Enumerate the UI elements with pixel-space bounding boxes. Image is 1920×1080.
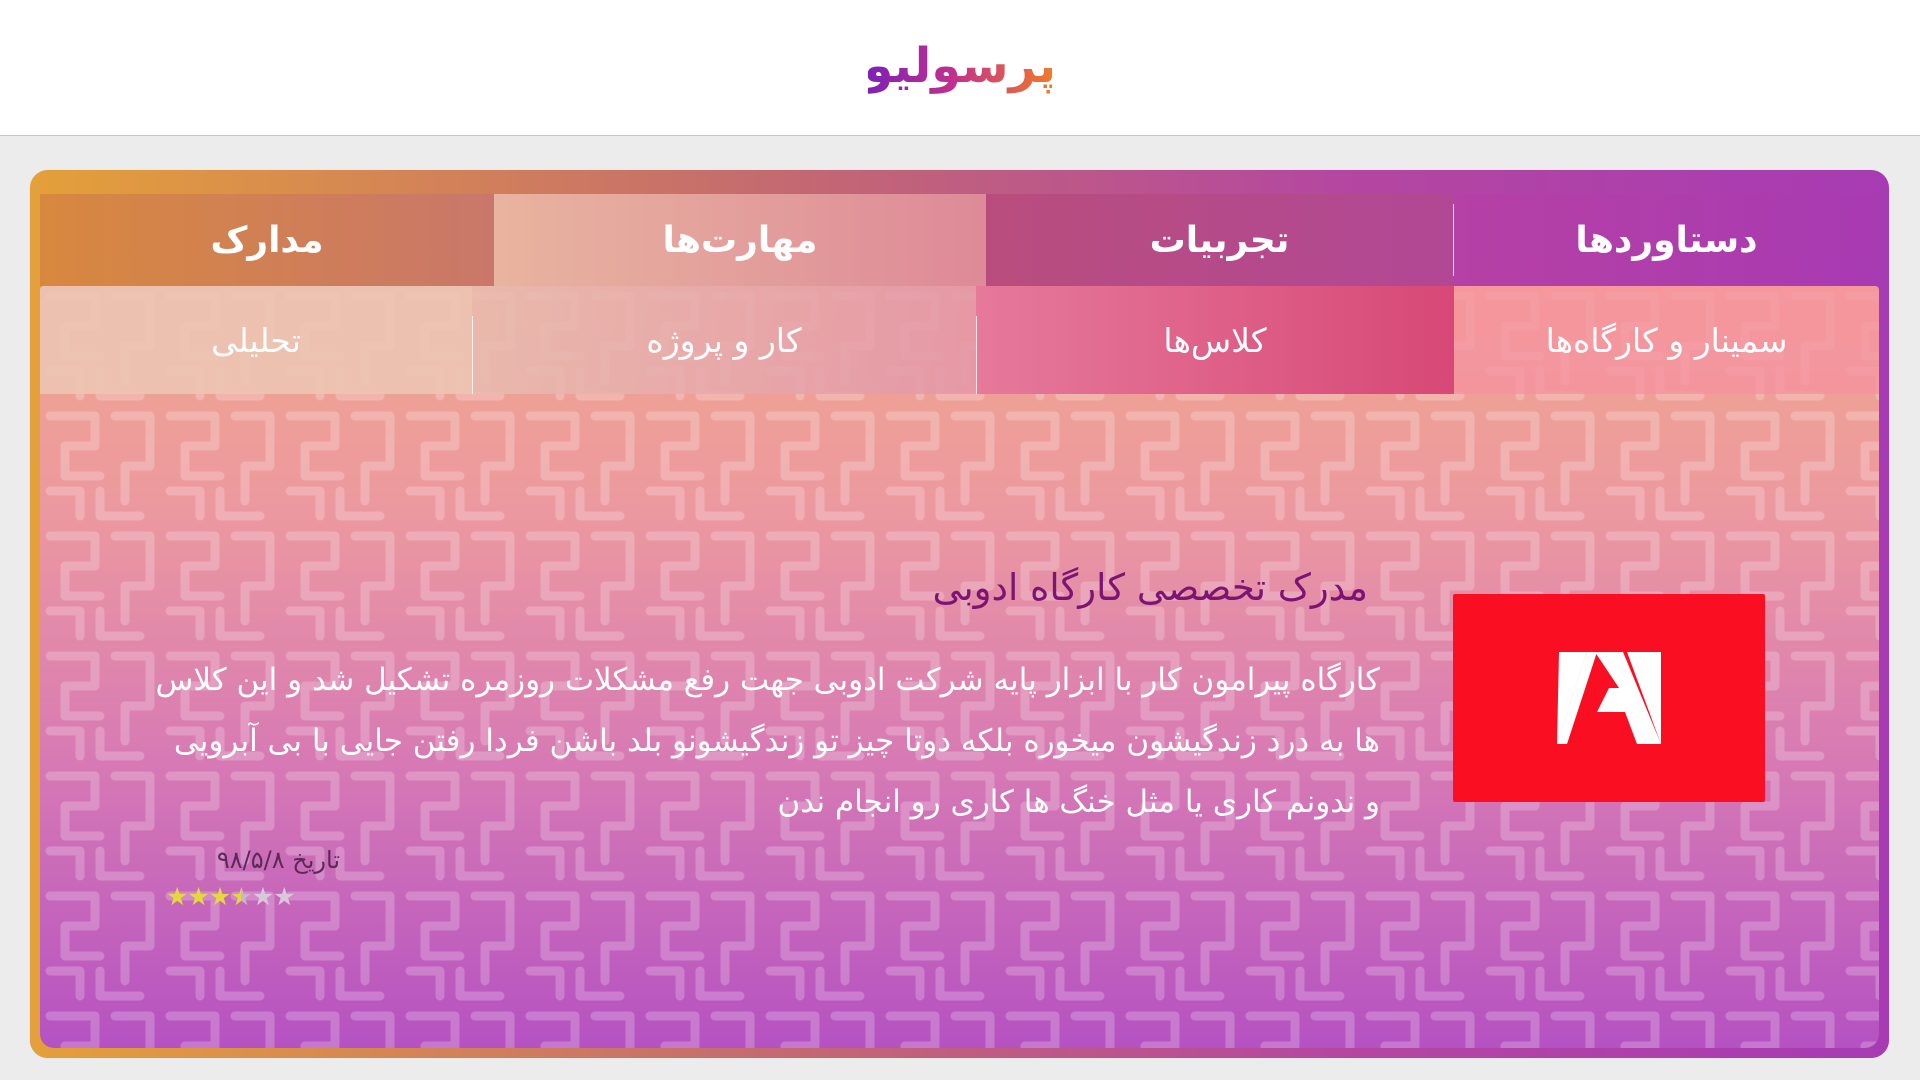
subtab-analytical[interactable]: تحلیلی [40, 286, 472, 394]
subtab-classes[interactable]: کلاس‌ها [976, 286, 1454, 394]
adobe-icon [1557, 652, 1661, 744]
subtab-work-project[interactable]: کار و پروژه [472, 286, 976, 394]
star-half-icon: ★ [230, 882, 252, 911]
tab-documents[interactable]: مدارک [40, 194, 494, 286]
star-icon: ★ [208, 882, 231, 911]
site-logo[interactable]: پرسولیو [864, 34, 1056, 98]
star-empty-icon: ★ [273, 882, 295, 911]
top-bar: پرسولیو [0, 0, 1920, 136]
certificate-title: مدرک تخصصی کارگاه ادوبی [932, 566, 1369, 609]
tab-achievements[interactable]: دستاوردها [1454, 194, 1879, 286]
star-icon: ★ [187, 882, 209, 911]
tab-divider [1453, 204, 1454, 276]
star-empty-icon: ★ [251, 882, 274, 911]
star-icon: ★ [166, 882, 188, 911]
tab-experiences[interactable]: تجربیات [986, 194, 1453, 286]
adobe-logo-tile [1453, 594, 1765, 802]
main-tabs: دستاوردها تجربیات مهارت‌ها مدارک [40, 194, 1879, 286]
tab-skills[interactable]: مهارت‌ها [494, 194, 986, 286]
portfolio-card: دستاوردها تجربیات مهارت‌ها مدارک سمینار … [30, 170, 1889, 1058]
subtab-divider [472, 316, 473, 394]
certificate-date: تاریخ ۹۸/۵/۸ [216, 846, 340, 874]
subtab-divider [976, 316, 977, 394]
certificate-description: کارگاه پیرامون کار با ابزار پایه شرکت اد… [155, 662, 1381, 820]
rating-stars: ★★★★★★ [166, 882, 296, 911]
sub-tabs: سمینار و کارگاه‌ها کلاس‌ها کار و پروژه ت… [40, 286, 1879, 394]
subtab-seminars-workshops[interactable]: سمینار و کارگاه‌ها [1454, 286, 1879, 394]
